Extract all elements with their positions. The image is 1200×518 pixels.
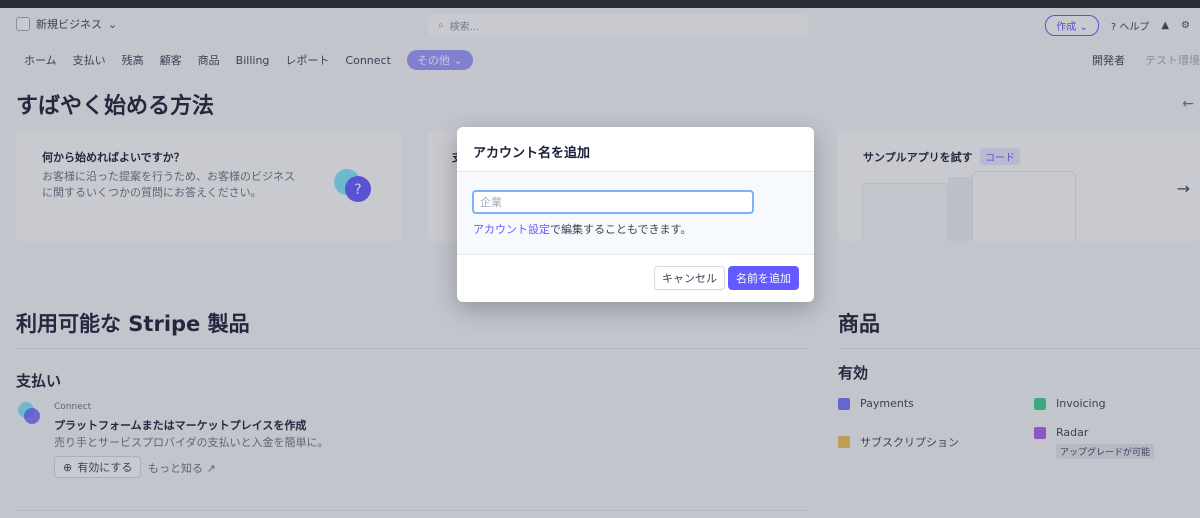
- hint-text: で編集することもできます。: [550, 223, 692, 236]
- account-name-input[interactable]: [472, 190, 754, 214]
- add-name-button[interactable]: 名前を追加: [728, 266, 799, 290]
- account-settings-link[interactable]: アカウント設定: [473, 223, 550, 236]
- cancel-button[interactable]: キャンセル: [654, 266, 725, 290]
- dialog-body: アカウント設定で編集することもできます。: [457, 171, 814, 255]
- dialog-hint: アカウント設定で編集することもできます。: [473, 221, 691, 237]
- add-account-name-dialog: アカウント名を追加 アカウント設定で編集することもできます。 キャンセル 名前を…: [457, 127, 814, 302]
- dialog-title: アカウント名を追加: [473, 146, 591, 161]
- window-top-strip: [0, 0, 1200, 8]
